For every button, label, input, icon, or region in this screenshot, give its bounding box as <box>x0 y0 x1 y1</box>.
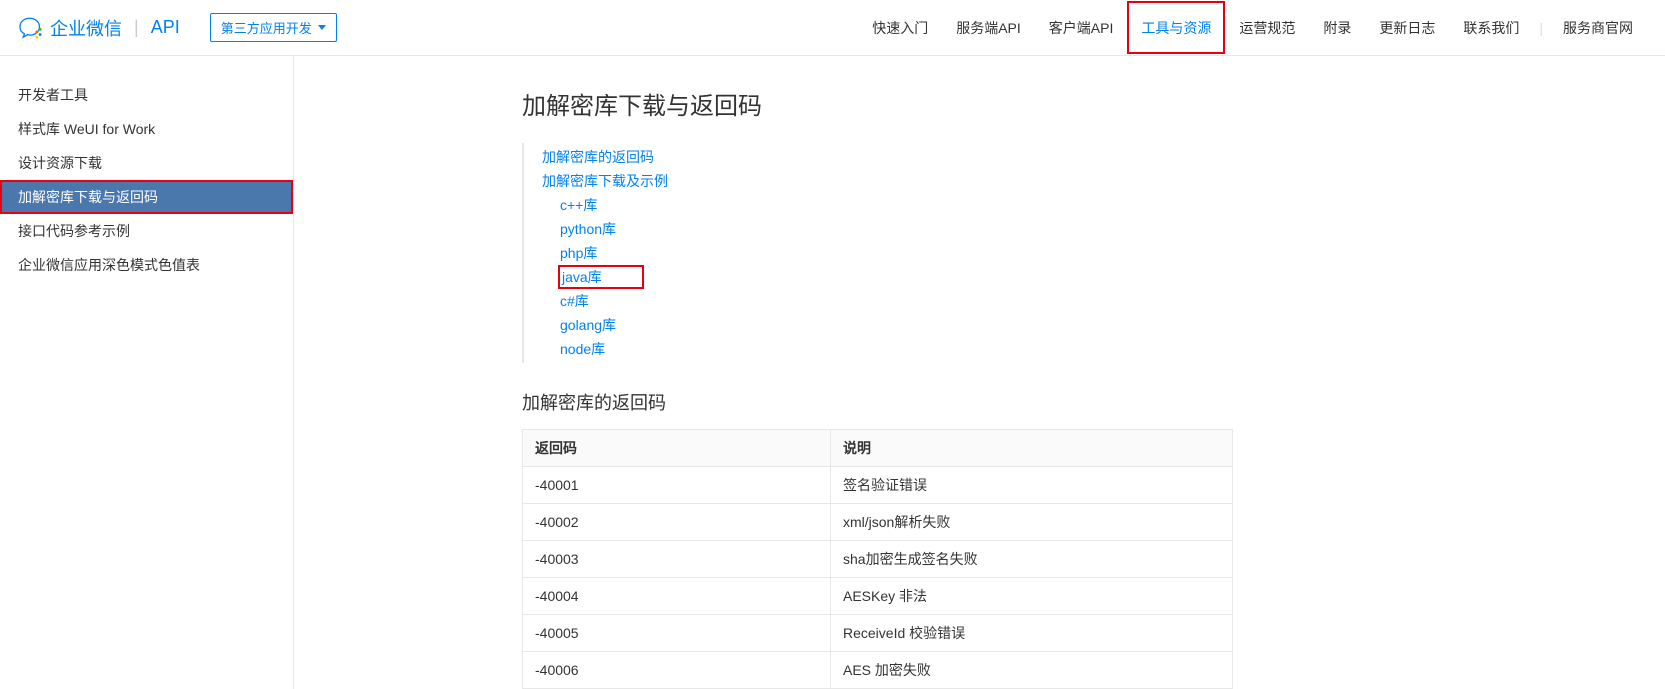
cell-code: -40003 <box>523 541 831 578</box>
chevron-down-icon <box>318 25 326 30</box>
layout: 开发者工具 样式库 WeUI for Work 设计资源下载 加解密库下载与返回… <box>0 56 1665 689</box>
cell-desc: sha加密生成签名失败 <box>831 541 1233 578</box>
cell-desc: xml/json解析失败 <box>831 504 1233 541</box>
nav-tools-resources[interactable]: 工具与资源 <box>1127 1 1225 54</box>
nav-changelog[interactable]: 更新日志 <box>1365 0 1449 55</box>
nav-server-api[interactable]: 服务端API <box>942 0 1035 55</box>
table-row: -40004 AESKey 非法 <box>523 578 1233 615</box>
nav-appendix[interactable]: 附录 <box>1309 0 1365 55</box>
table-header-row: 返回码 说明 <box>523 430 1233 467</box>
toc-php[interactable]: php库 <box>560 241 597 265</box>
cell-code: -40001 <box>523 467 831 504</box>
nav-separator: | <box>1533 20 1549 36</box>
nav-contact[interactable]: 联系我们 <box>1449 0 1533 55</box>
sidebar-item-design[interactable]: 设计资源下载 <box>0 146 293 180</box>
toc-return-codes[interactable]: 加解密库的返回码 <box>542 145 1554 169</box>
table-row: -40005 ReceiveId 校验错误 <box>523 615 1233 652</box>
page-title: 加解密库下载与返回码 <box>522 86 1554 121</box>
nav-provider-site[interactable]: 服务商官网 <box>1549 0 1647 55</box>
top-nav: 快速入门 服务端API 客户端API 工具与资源 运营规范 附录 更新日志 联系… <box>858 0 1665 55</box>
sidebar-item-darkmode[interactable]: 企业微信应用深色模式色值表 <box>0 248 293 282</box>
main-content: 加解密库下载与返回码 加解密库的返回码 加解密库下载及示例 c++库 pytho… <box>294 56 1554 689</box>
nav-client-api[interactable]: 客户端API <box>1035 0 1128 55</box>
cell-desc: 签名验证错误 <box>831 467 1233 504</box>
cell-code: -40006 <box>523 652 831 689</box>
table-row: -40001 签名验证错误 <box>523 467 1233 504</box>
brand-text: 企业微信 <box>50 15 122 41</box>
cell-desc: AESKey 非法 <box>831 578 1233 615</box>
table-row: -40002 xml/json解析失败 <box>523 504 1233 541</box>
logo-divider: | <box>134 17 139 38</box>
nav-operations[interactable]: 运营规范 <box>1225 0 1309 55</box>
nav-quickstart[interactable]: 快速入门 <box>858 0 942 55</box>
cell-code: -40002 <box>523 504 831 541</box>
sidebar-item-devtools[interactable]: 开发者工具 <box>0 78 293 112</box>
cell-desc: ReceiveId 校验错误 <box>831 615 1233 652</box>
sidebar: 开发者工具 样式库 WeUI for Work 设计资源下载 加解密库下载与返回… <box>0 56 294 689</box>
sidebar-item-crypto[interactable]: 加解密库下载与返回码 <box>0 180 293 214</box>
toc-sublist: c++库 python库 php库 java库 c#库 golang库 node… <box>542 193 1554 361</box>
toc-python[interactable]: python库 <box>560 217 616 241</box>
cell-code: -40005 <box>523 615 831 652</box>
th-code: 返回码 <box>523 430 831 467</box>
toc-cpp[interactable]: c++库 <box>560 193 597 217</box>
api-label[interactable]: API <box>151 17 180 38</box>
logo[interactable]: 企业微信 <box>18 15 122 41</box>
toc-csharp[interactable]: c#库 <box>560 289 589 313</box>
toc-downloads[interactable]: 加解密库下载及示例 <box>542 169 1554 193</box>
table-row: -40006 AES 加密失败 <box>523 652 1233 689</box>
table-of-contents: 加解密库的返回码 加解密库下载及示例 c++库 python库 php库 jav… <box>522 143 1554 363</box>
dropdown-label: 第三方应用开发 <box>221 18 312 37</box>
section-return-codes-title: 加解密库的返回码 <box>522 389 1554 415</box>
return-codes-table: 返回码 说明 -40001 签名验证错误 -40002 xml/json解析失败… <box>522 429 1233 689</box>
sidebar-item-code-samples[interactable]: 接口代码参考示例 <box>0 214 293 248</box>
th-desc: 说明 <box>831 430 1233 467</box>
dev-type-dropdown[interactable]: 第三方应用开发 <box>210 13 337 42</box>
logo-icon <box>18 15 44 41</box>
table-row: -40003 sha加密生成签名失败 <box>523 541 1233 578</box>
toc-node[interactable]: node库 <box>560 337 605 361</box>
cell-code: -40004 <box>523 578 831 615</box>
header: 企业微信 | API 第三方应用开发 快速入门 服务端API 客户端API 工具… <box>0 0 1665 56</box>
sidebar-item-weui[interactable]: 样式库 WeUI for Work <box>0 112 293 146</box>
toc-java[interactable]: java库 <box>558 265 644 289</box>
toc-golang[interactable]: golang库 <box>560 313 616 337</box>
cell-desc: AES 加密失败 <box>831 652 1233 689</box>
